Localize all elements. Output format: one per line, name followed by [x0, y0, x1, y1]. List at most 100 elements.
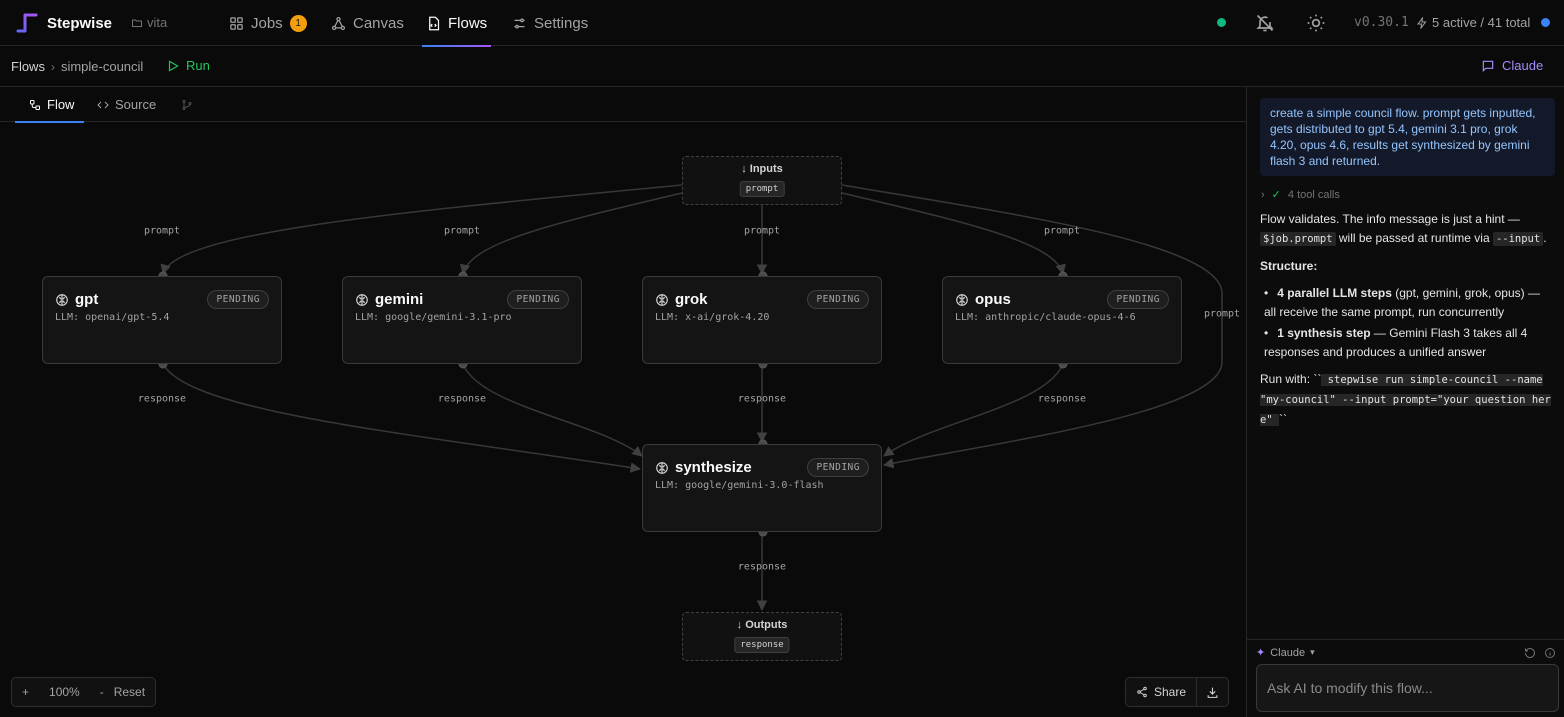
status-badge: PENDING — [207, 290, 269, 309]
share-label: Share — [1154, 685, 1187, 699]
nav-canvas[interactable]: Canvas — [331, 0, 404, 46]
breadcrumb: Flows › simple-council — [11, 59, 143, 74]
status-badge: PENDING — [807, 458, 869, 477]
breadcrumb-root[interactable]: Flows — [11, 59, 45, 74]
brain-icon — [56, 293, 68, 306]
zoom-in-button[interactable]: + — [12, 685, 39, 699]
node-model: LLM: google/gemini-3.0-flash — [655, 480, 824, 491]
nav-settings-label: Settings — [534, 14, 589, 32]
inputs-node[interactable]: ↓ Inputs prompt — [682, 156, 842, 205]
inline-code: --input — [1492, 232, 1544, 246]
list-item-bold: 4 parallel LLM steps — [1277, 286, 1392, 300]
step-node-opus[interactable]: opus PENDING LLM: anthropic/claude-opus-… — [942, 276, 1182, 364]
active-jobs-text: 5 active / 41 total — [1432, 15, 1531, 30]
chat-composer: ✦ Claude ▾ — [1247, 639, 1564, 717]
user-status-dot — [1541, 18, 1550, 27]
step-node-synthesize[interactable]: synthesize PENDING LLM: google/gemini-3.… — [642, 444, 882, 532]
answer-text: `` — [1278, 412, 1287, 426]
model-selector[interactable]: ✦ Claude ▾ — [1256, 646, 1315, 660]
zap-icon — [1417, 16, 1427, 29]
step-node-gemini[interactable]: gemini PENDING LLM: google/gemini-3.1-pr… — [342, 276, 582, 364]
node-name: opus — [975, 291, 1011, 308]
share-button[interactable]: Share — [1126, 678, 1198, 706]
ask-ai-input[interactable] — [1256, 664, 1559, 712]
edge-gemini-synthesize — [462, 363, 643, 457]
nav-flows-label: Flows — [448, 14, 488, 32]
answer-text: will be passed at runtime via — [1335, 231, 1493, 245]
workflow-icon — [30, 99, 40, 110]
edge-label-grok-prompt: prompt — [743, 225, 781, 237]
brain-icon — [656, 293, 668, 306]
info-icon[interactable] — [1544, 647, 1556, 659]
brain-icon — [956, 293, 968, 306]
edge-label-opus-prompt: prompt — [1043, 225, 1081, 237]
stepwise-logo-icon — [16, 13, 38, 33]
zoom-controls: + 100% - Reset — [11, 677, 157, 707]
list-item-bold: 1 synthesis step — [1277, 326, 1371, 340]
file-code-icon — [429, 16, 440, 30]
network-icon — [331, 16, 346, 30]
nav-canvas-label: Canvas — [353, 14, 404, 32]
answer-text: . — [1543, 231, 1547, 245]
view-tabs: Flow Source — [0, 87, 1246, 123]
arrow-down-icon: ↓ — [741, 163, 747, 175]
edge-label-opus-response: response — [1037, 393, 1087, 405]
nav-flows[interactable]: Flows — [422, 0, 492, 47]
sun-icon[interactable] — [1306, 13, 1326, 33]
flow-canvas[interactable]: prompt prompt prompt prompt prompt respo… — [0, 122, 1246, 717]
structure-list: 4 parallel LLM steps (gpt, gemini, grok,… — [1260, 284, 1552, 362]
chevron-right-icon: › — [50, 59, 55, 74]
grid-icon — [230, 16, 243, 30]
edge-label-grok-response: response — [737, 393, 787, 405]
output-field-chip: response — [734, 637, 790, 653]
edge-label-gemini-prompt: prompt — [443, 225, 481, 237]
edge-gpt-synthesize — [162, 363, 642, 473]
outputs-title-text: Outputs — [745, 619, 788, 631]
status-badge: PENDING — [1107, 290, 1169, 309]
edge-label-synthesize-response: response — [737, 561, 787, 573]
claude-toggle-button[interactable]: Claude — [1481, 58, 1543, 73]
status-badge: PENDING — [507, 290, 569, 309]
tool-calls-label: 4 tool calls — [1287, 188, 1340, 201]
step-node-grok[interactable]: grok PENDING LLM: x-ai/grok-4.20 — [642, 276, 882, 364]
nav-jobs-label: Jobs — [251, 14, 283, 32]
edge-inputs-gemini — [459, 192, 683, 276]
message-square-icon — [1482, 60, 1494, 72]
heading-text: Structure: — [1260, 259, 1318, 273]
tool-calls-toggle[interactable]: › ✓ 4 tool calls — [1261, 188, 1340, 202]
edge-label-gemini-response: response — [437, 393, 487, 405]
active-jobs-summary[interactable]: 5 active / 41 total — [1416, 15, 1530, 30]
workspace-selector[interactable]: vita — [131, 15, 167, 30]
list-item: 1 synthesis step — Gemini Flash 3 takes … — [1264, 324, 1552, 362]
tab-graph[interactable] — [181, 87, 193, 122]
run-button[interactable]: Run — [166, 58, 210, 73]
list-item: 4 parallel LLM steps (gpt, gemini, grok,… — [1264, 284, 1552, 322]
check-icon: ✓ — [1271, 189, 1281, 201]
play-icon — [168, 59, 179, 72]
nav-settings[interactable]: Settings — [512, 0, 588, 46]
node-name: gemini — [375, 291, 424, 308]
refresh-icon[interactable] — [1524, 647, 1536, 659]
connection-status-dot — [1217, 18, 1226, 27]
tab-flow[interactable]: Flow — [14, 87, 86, 123]
app-name: Stepwise — [47, 14, 113, 32]
workspace-name: vita — [147, 15, 168, 30]
step-node-gpt[interactable]: gpt PENDING LLM: openai/gpt-5.4 — [42, 276, 282, 364]
node-model: LLM: anthropic/claude-opus-4-6 — [955, 312, 1136, 323]
inputs-title: ↓ Inputs — [683, 163, 841, 175]
outputs-node[interactable]: ↓ Outputs response — [682, 612, 842, 661]
tab-source[interactable]: Source — [97, 87, 156, 122]
zoom-reset-button[interactable]: Reset — [114, 685, 155, 699]
user-message: create a simple council flow. prompt get… — [1260, 98, 1555, 176]
download-button[interactable] — [1197, 678, 1228, 706]
run-label: Run — [186, 58, 210, 73]
answer-text: Flow validates. The info message is just… — [1260, 212, 1520, 226]
bell-off-icon[interactable] — [1255, 13, 1275, 33]
sparkle-icon: ✦ — [1256, 647, 1266, 659]
app-logo[interactable]: Stepwise — [16, 12, 112, 34]
breadcrumb-current: simple-council — [60, 59, 144, 74]
node-model: LLM: openai/gpt-5.4 — [55, 312, 170, 323]
assistant-panel: create a simple council flow. prompt get… — [1246, 87, 1564, 717]
nav-jobs[interactable]: Jobs 1 — [229, 0, 307, 46]
zoom-out-button[interactable]: - — [90, 685, 114, 699]
